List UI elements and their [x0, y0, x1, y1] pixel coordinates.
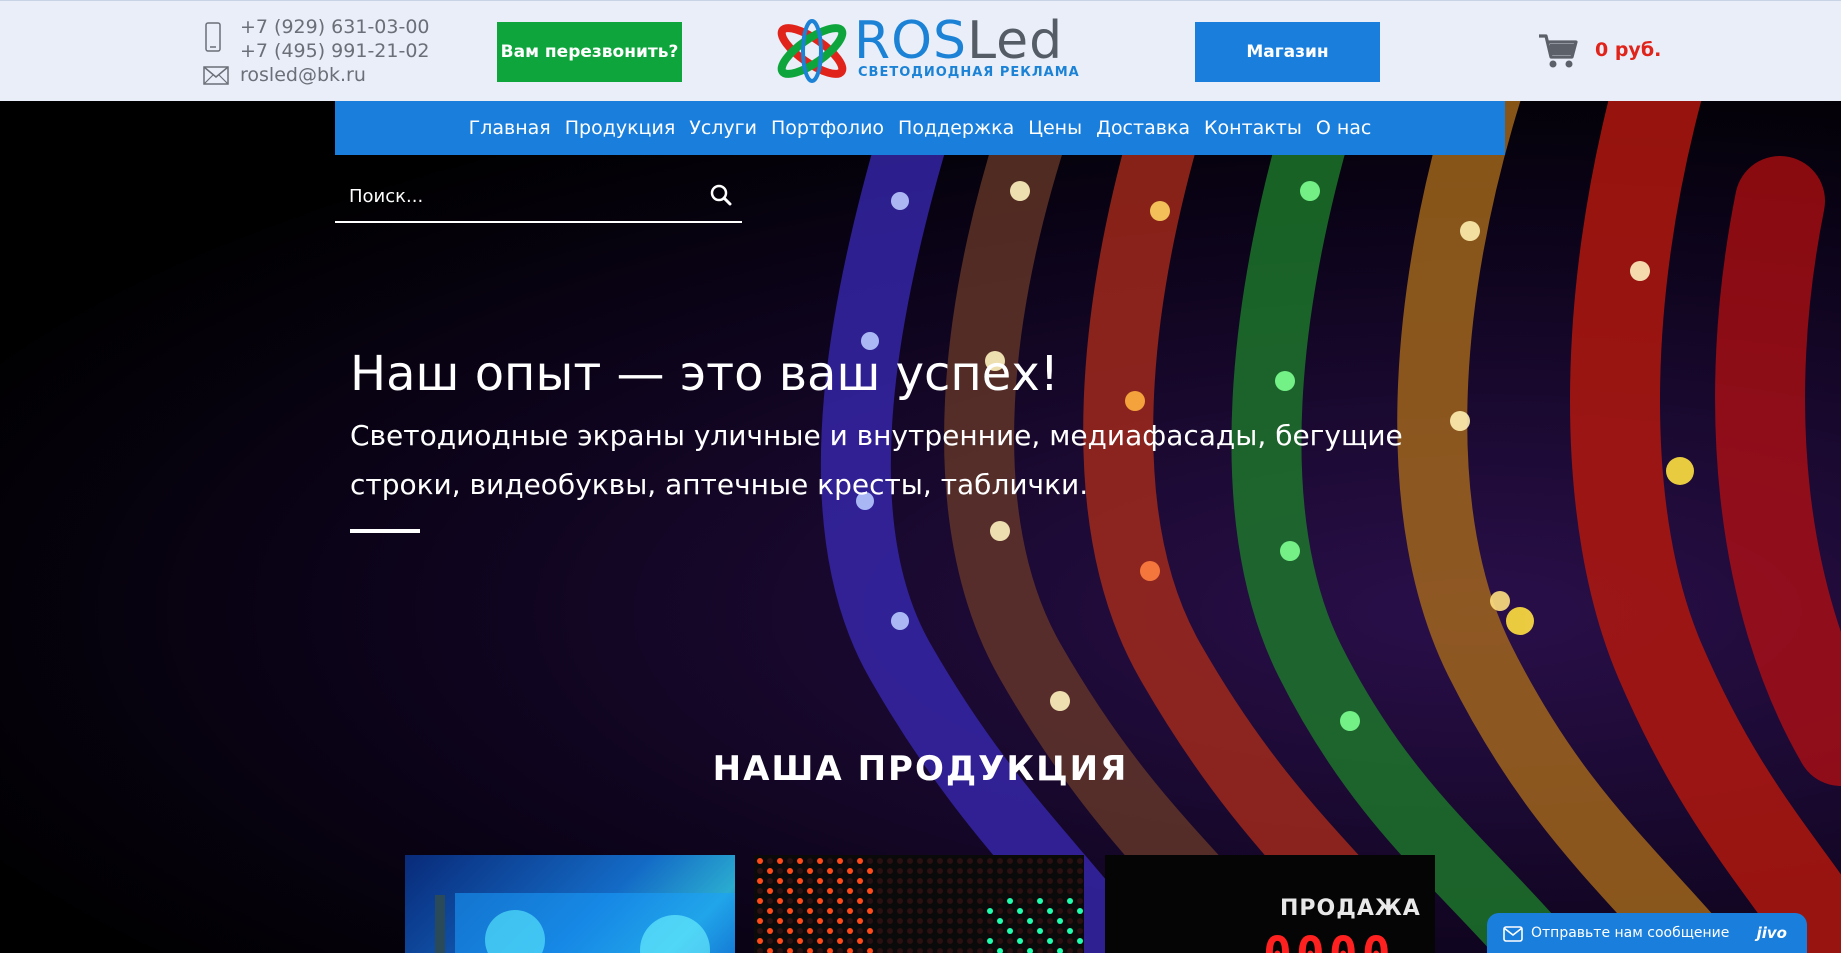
rosled-logo[interactable]: ROSLed СВЕТОДИОДНАЯ РЕКЛАМА [772, 11, 1079, 85]
callback-button[interactable]: Вам перезвонить? [497, 22, 682, 82]
sale-label: ПРОДАЖА [1280, 896, 1421, 921]
nav-item-about[interactable]: О нас [1309, 117, 1379, 139]
hero-divider [350, 529, 420, 533]
chat-widget[interactable]: Отправьте нам сообщение jivo [1487, 913, 1807, 953]
main-nav: Главная Продукция Услуги Портфолио Подде… [335, 101, 1505, 155]
products-section-title: НАША ПРОДУКЦИЯ [712, 749, 1129, 789]
nav-item-prices[interactable]: Цены [1021, 117, 1089, 139]
mail-icon [203, 66, 229, 85]
hero-subtitle: Светодиодные экраны уличные и внутренние… [350, 419, 1403, 501]
envelope-icon [1503, 926, 1523, 942]
nav-item-support[interactable]: Поддержка [891, 117, 1021, 139]
search-icon[interactable] [710, 184, 732, 206]
site-header: +7 (929) 631-03-00 +7 (495) 991-21-02 ro… [0, 0, 1841, 101]
hero-title: Наш опыт — это ваш успех! [350, 346, 1059, 402]
shop-button[interactable]: Магазин [1195, 22, 1380, 82]
nav-item-portfolio[interactable]: Портфолио [764, 117, 891, 139]
logo-wordmark: ROSLed [854, 11, 1064, 71]
jivo-logo: jivo [1756, 924, 1787, 942]
led-strip-background-image [820, 101, 1841, 953]
product-card-running-line[interactable] [754, 855, 1084, 953]
search-input[interactable] [335, 171, 691, 221]
logo-mark-icon [777, 19, 847, 83]
cart-total: 0 руб. [1595, 39, 1662, 61]
phone-number-2[interactable]: +7 (495) 991-21-02 [240, 39, 430, 63]
search-bar [335, 171, 742, 223]
phone-number-1[interactable]: +7 (929) 631-03-00 [240, 15, 430, 39]
hero-section: Главная Продукция Услуги Портфолио Подде… [0, 101, 1841, 953]
chat-label: Отправьте нам сообщение [1531, 925, 1730, 941]
nav-item-services[interactable]: Услуги [682, 117, 764, 139]
logo-tagline: СВЕТОДИОДНАЯ РЕКЛАМА [858, 65, 1080, 80]
nav-item-home[interactable]: Главная [462, 117, 558, 139]
led-screen-image [405, 855, 735, 953]
led-matrix-image [757, 858, 1083, 953]
email-link[interactable]: rosled@bk.ru [240, 63, 366, 87]
product-card-price-display[interactable]: ПРОДАЖА 0000 [1105, 855, 1435, 953]
phone-icon [205, 22, 221, 52]
nav-item-products[interactable]: Продукция [558, 117, 683, 139]
shopping-cart-icon [1539, 34, 1578, 68]
nav-item-delivery[interactable]: Доставка [1089, 117, 1197, 139]
nav-item-contacts[interactable]: Контакты [1197, 117, 1309, 139]
sale-digits: 0000 [1263, 927, 1395, 953]
product-card-led-screen[interactable] [405, 855, 735, 953]
